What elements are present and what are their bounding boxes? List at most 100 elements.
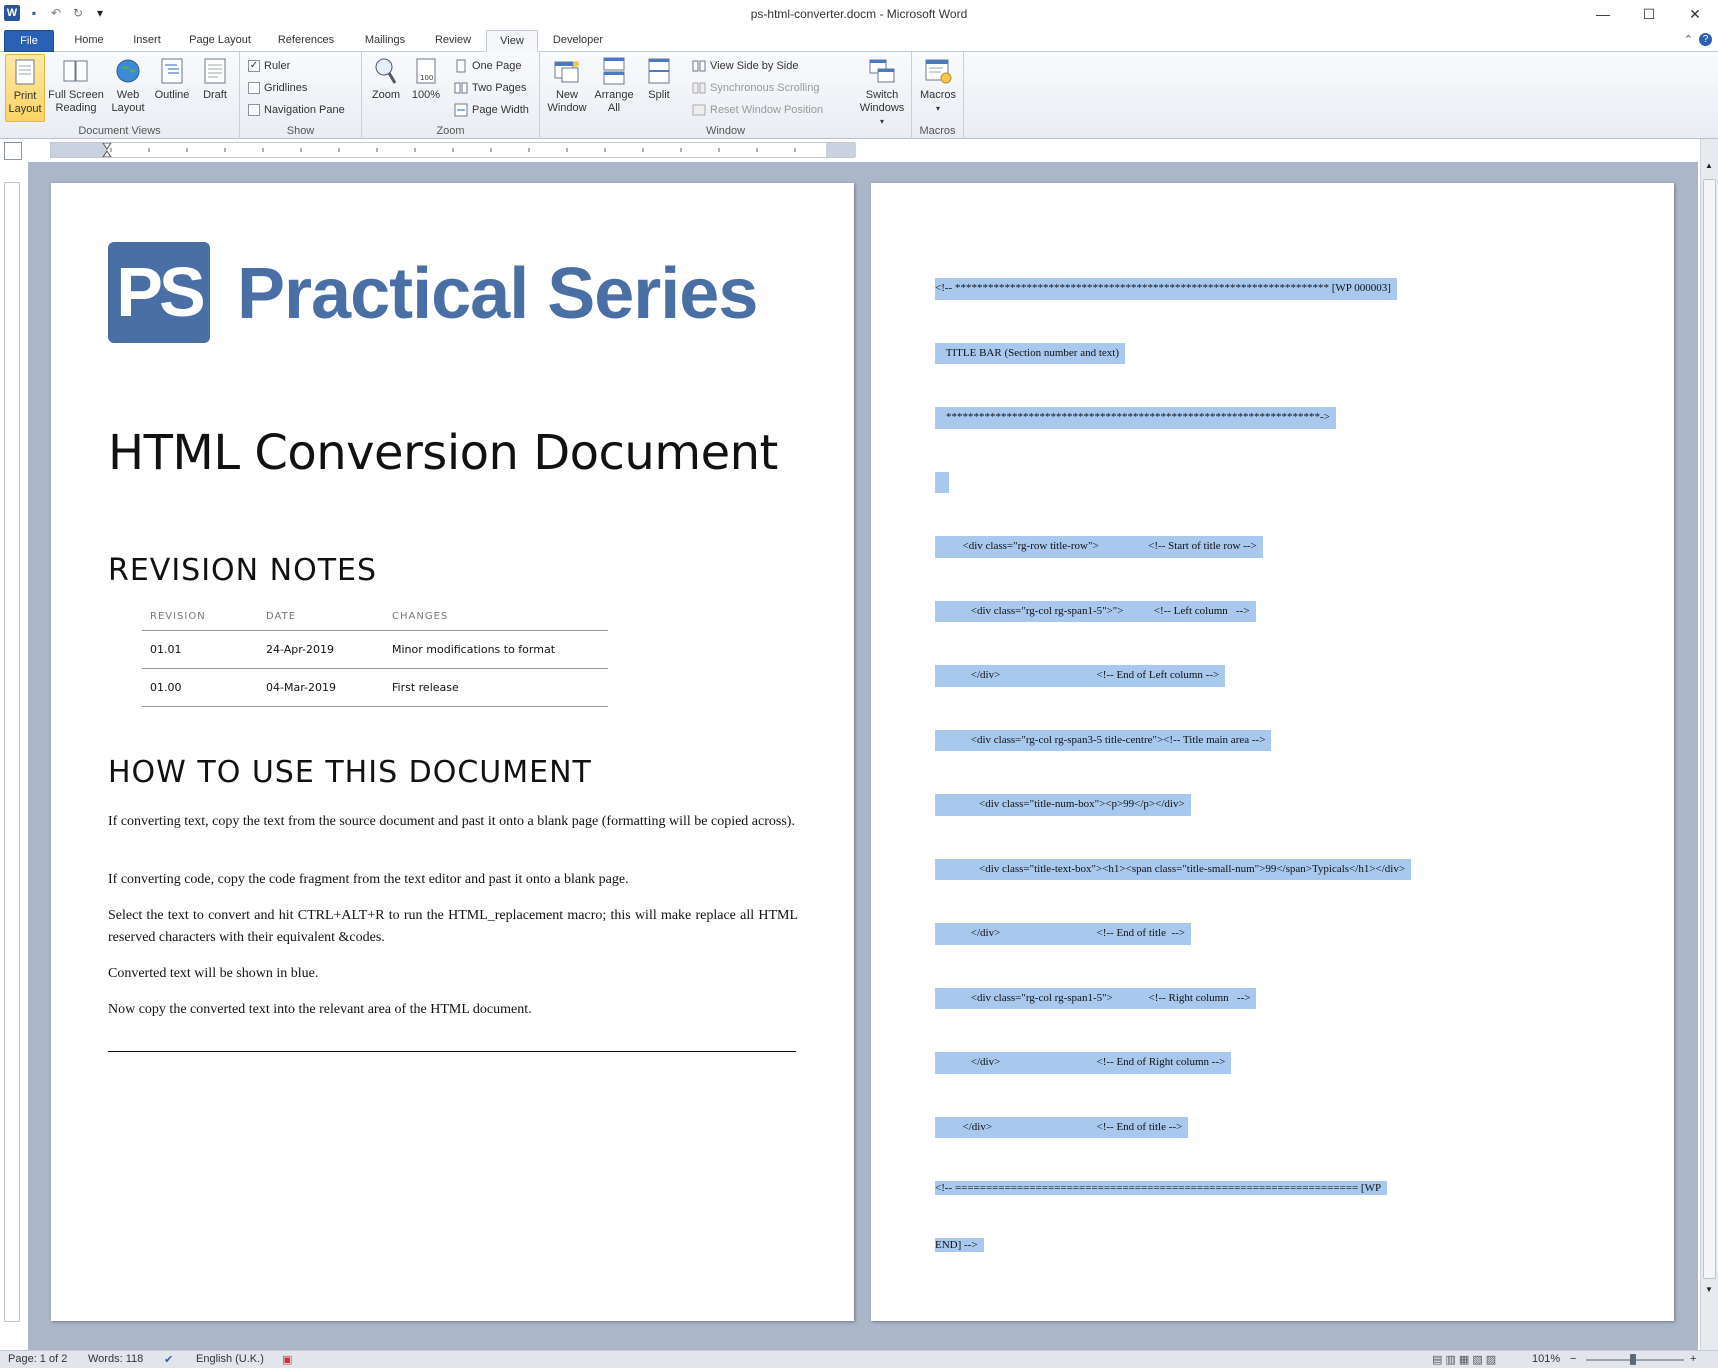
full-screen-reading-button[interactable]: Full Screen Reading [48,54,104,115]
page-width-label: Page Width [472,104,529,116]
code-line: <div class="rg-row title-row"> <!-- Star… [935,536,1263,558]
new-window-button[interactable]: New Window [544,54,590,115]
code-line: </div> <!-- End of title --> [935,923,1191,945]
page-width-button[interactable]: Page Width [454,100,529,120]
tab-right-controls: ⌃ ? [1684,33,1712,46]
macros-group-label: Macros [919,125,956,137]
scroll-up-arrow-icon[interactable]: ▲ [1705,161,1713,170]
split-icon [648,58,670,84]
instruction-paragraph: Select the text to convert and hit CTRL+… [108,908,798,945]
page-1[interactable]: PS Practical Series HTML Conversion Docu… [51,183,854,1321]
macros-label: Macros [919,89,957,101]
cell-changes: First release [384,668,608,707]
synchronous-scrolling-button[interactable]: Synchronous Scrolling [692,78,819,98]
instruction-paragraph: Converted text will be shown in blue. [108,966,319,981]
minimize-button[interactable]: — [1580,0,1626,28]
tab-references[interactable]: References [268,30,344,52]
zoom-button[interactable]: Zoom [368,54,404,102]
code-line: <!-- ===================================… [935,1181,1388,1195]
gridlines-check-box[interactable] [248,82,260,94]
code-line: <div class="rg-col rg-span1-5">"> <!-- L… [935,600,1256,622]
code-line: END] --> [935,1238,984,1252]
navigation-pane-check-box[interactable] [248,104,260,116]
tab-view[interactable]: View [486,30,538,52]
col-changes: CHANGES [384,604,608,631]
proofing-icon[interactable]: ✔ [164,1353,173,1366]
tab-home[interactable]: Home [66,30,112,52]
code-line: <!-- ***********************************… [935,278,1397,300]
language-indicator[interactable]: English (U.K.) [196,1353,264,1365]
zoom-100-button[interactable]: 100 100% [408,54,444,102]
tab-review[interactable]: Review [426,30,480,52]
vertical-ruler[interactable] [4,182,20,1322]
navigation-pane-checkbox[interactable]: Navigation Pane [248,100,345,120]
macros-button[interactable]: Macros ▾ [916,54,960,115]
how-to-use-heading: HOW TO USE THIS DOCUMENT [108,755,592,790]
scroll-down-arrow-icon[interactable]: ▼ [1705,1285,1713,1294]
ruler-check-mark[interactable]: ✓ [248,60,260,72]
table-row: 01.01 24-Apr-2019 Minor modifications to… [142,630,608,669]
reset-window-position-label: Reset Window Position [710,104,824,116]
window-group-label: Window [705,125,746,137]
scrollbar-thumb[interactable] [1703,179,1716,1279]
code-line: <div class="rg-col rg-span3-5 title-cent… [935,729,1272,751]
svg-text:100: 100 [420,74,433,82]
arrange-all-button[interactable]: Arrange All [592,54,636,115]
cell-date: 24-Apr-2019 [258,630,384,669]
ruler-ticks [51,142,856,158]
code-line: ****************************************… [935,407,1336,429]
split-button[interactable]: Split [640,54,678,102]
page-width-icon [454,103,468,117]
tab-insert[interactable]: Insert [122,30,172,52]
vertical-scrollbar[interactable]: ▲ ▼ [1700,139,1718,1351]
macro-recording-icon[interactable]: ▣ [282,1353,292,1366]
view-side-by-side-icon [692,60,706,72]
switch-windows-button[interactable]: Switch Windows ▾ [856,54,908,128]
gridlines-checkbox[interactable]: Gridlines [248,78,307,98]
code-line: </div> <!-- End of Left column --> [935,665,1226,687]
outline-icon [161,58,183,84]
close-button[interactable]: ✕ [1672,0,1718,28]
group-document-views: Print Layout Full Screen Reading Web Lay… [0,52,240,139]
one-page-button[interactable]: One Page [454,56,522,76]
tab-mailings[interactable]: Mailings [354,30,416,52]
status-bar: Page: 1 of 2 Words: 118 ✔ English (U.K.)… [0,1350,1718,1368]
tab-selector[interactable] [4,142,22,160]
print-layout-button[interactable]: Print Layout [5,54,45,122]
zoom-in-button[interactable]: + [1690,1353,1696,1365]
ribbon-view: Print Layout Full Screen Reading Web Lay… [0,52,1718,139]
col-revision: REVISION [142,604,258,631]
draft-button[interactable]: Draft [196,54,234,102]
maximize-button[interactable]: ☐ [1626,0,1672,28]
horizontal-ruler[interactable] [50,142,856,158]
instruction-paragraph: If converting text, copy the text from t… [108,814,795,829]
reset-window-position-button[interactable]: Reset Window Position [692,100,823,120]
page-2[interactable]: <!-- ***********************************… [871,183,1674,1321]
word-count[interactable]: Words: 118 [88,1353,143,1365]
view-side-by-side-button[interactable]: View Side by Side [692,56,798,76]
zoom-slider-knob[interactable] [1630,1354,1636,1365]
tab-file[interactable]: File [4,30,54,52]
view-buttons-icon[interactable]: ▤ ▥ ▦ ▧ ▨ [1432,1353,1496,1366]
outline-label: Outline [154,89,190,101]
tab-page-layout[interactable]: Page Layout [182,30,258,52]
split-label: Split [648,89,670,101]
zoom-level[interactable]: 101% [1532,1353,1560,1365]
zoom-out-button[interactable]: − [1570,1353,1576,1365]
group-show: ✓ Ruler Gridlines Navigation Pane Show [240,52,362,139]
full-screen-reading-icon [63,60,88,82]
group-window: New Window Arrange All Split View Side b… [540,52,912,139]
one-page-label: One Page [472,60,522,72]
page-count[interactable]: Page: 1 of 2 [8,1353,67,1365]
minimize-ribbon-icon[interactable]: ⌃ [1684,33,1693,46]
outline-button[interactable]: Outline [150,54,194,102]
print-layout-label: Print Layout [8,90,42,115]
web-layout-button[interactable]: Web Layout [106,54,150,115]
selected-code-block[interactable]: <!-- ***********************************… [935,235,1412,1295]
two-pages-button[interactable]: Two Pages [454,78,526,98]
help-icon[interactable]: ? [1699,33,1712,46]
tab-developer[interactable]: Developer [546,30,610,52]
full-screen-reading-label: Full Screen Reading [48,89,104,114]
ruler-label: Ruler [264,60,291,72]
ruler-checkbox[interactable]: ✓ Ruler [248,56,290,76]
